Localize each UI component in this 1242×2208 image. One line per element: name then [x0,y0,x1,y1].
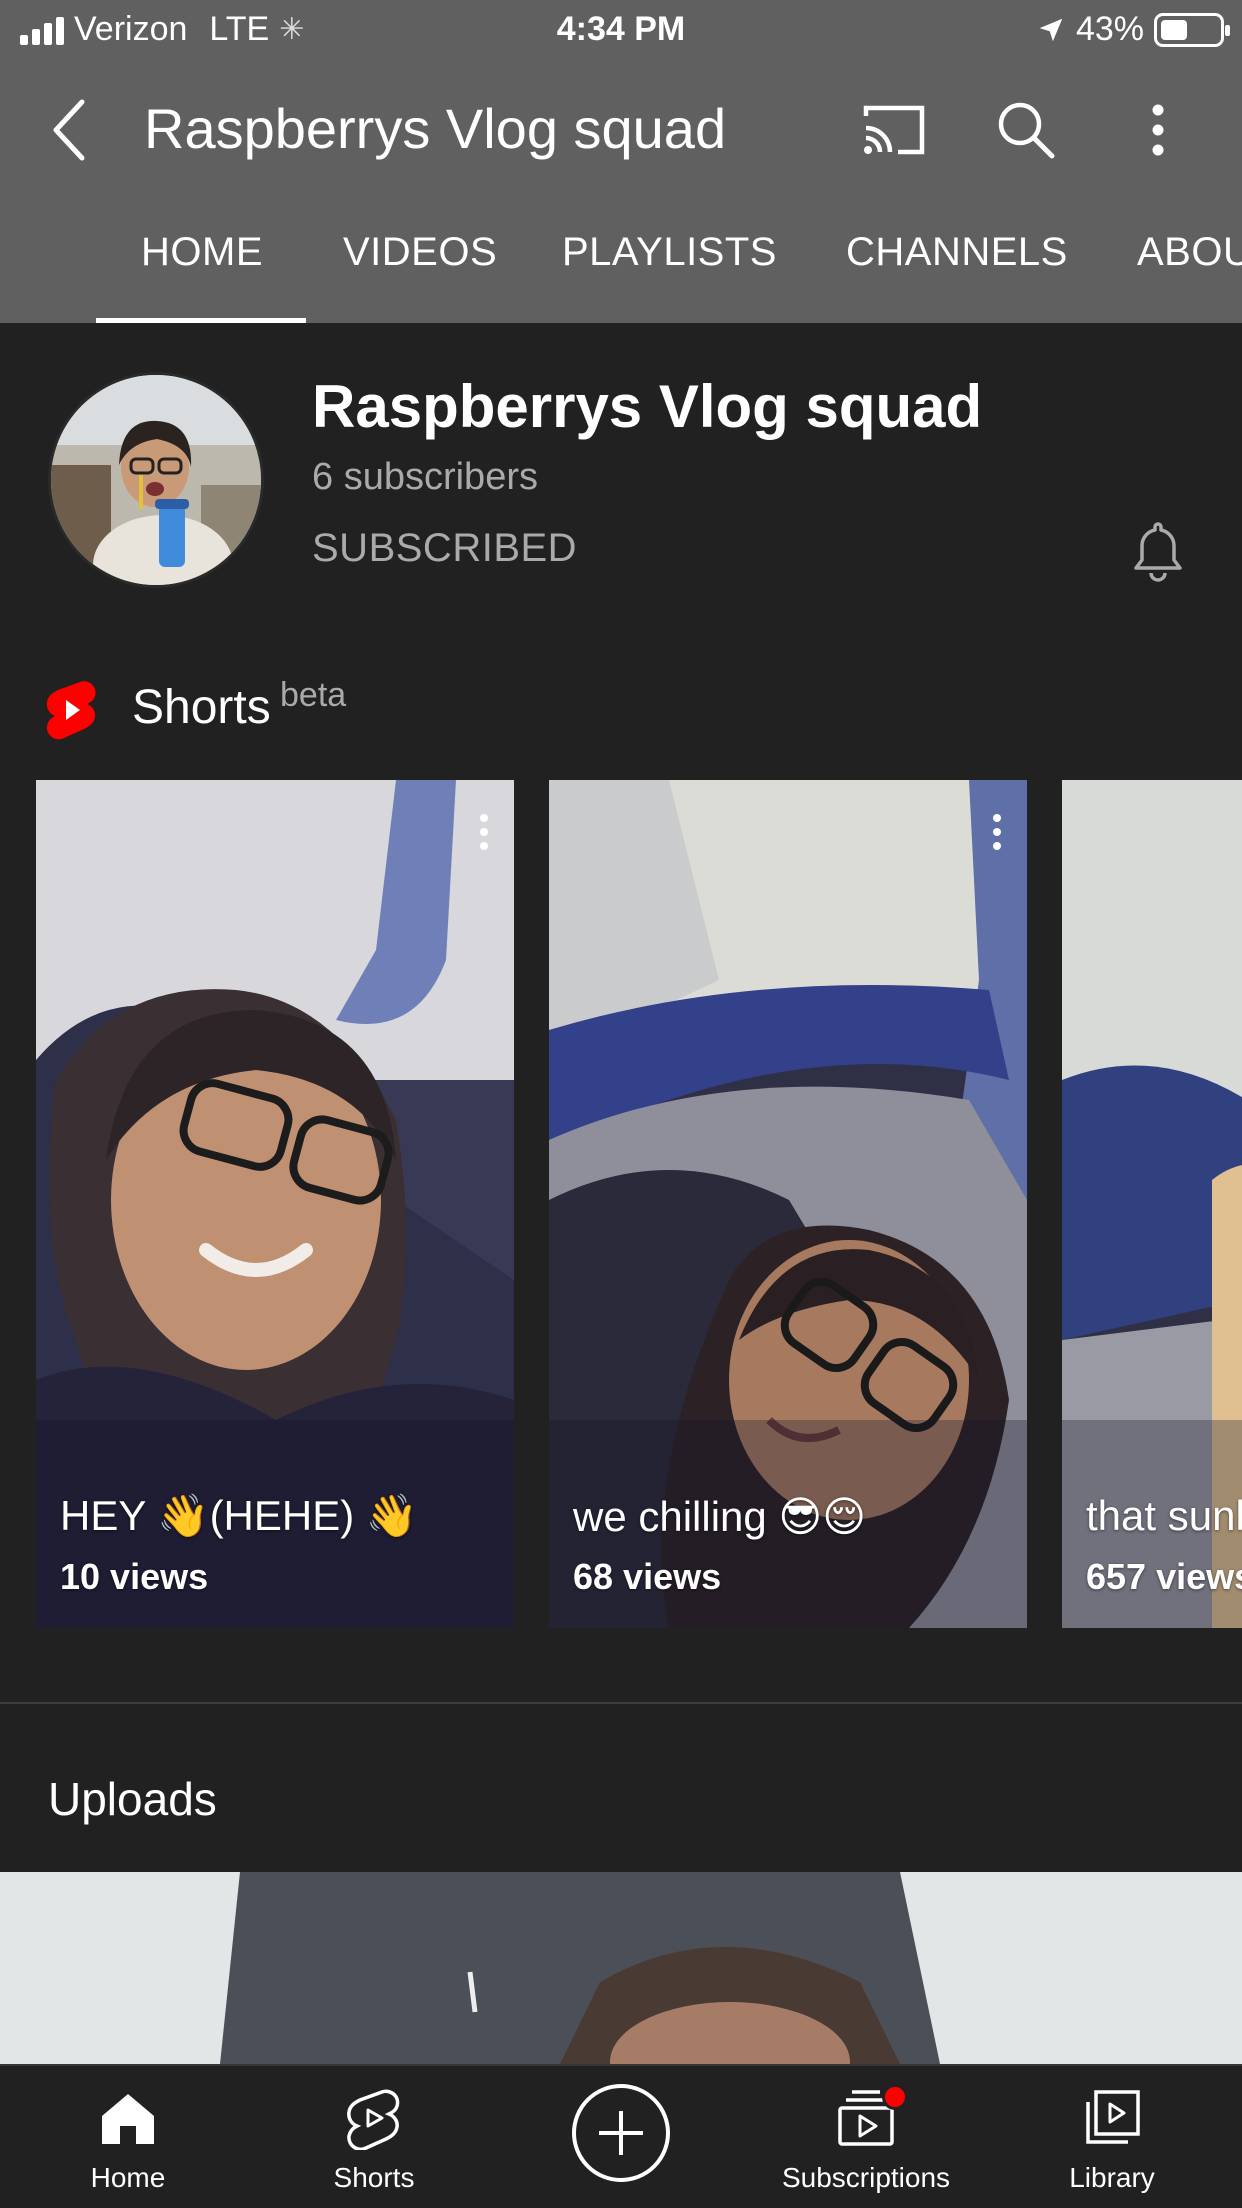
app-bar-title: Raspberrys Vlog squad [144,97,727,160]
nav-shorts[interactable]: Shorts [250,2066,498,2208]
short-views: 657 views [1086,1556,1242,1597]
more-vert-icon[interactable] [1122,94,1194,166]
library-icon [1086,2090,1140,2144]
shorts-shelf-title: Shorts [132,681,271,734]
battery-icon [1154,12,1230,47]
short-views: 10 views [60,1556,209,1597]
tab-playlists[interactable]: PLAYLISTS [562,230,777,275]
back-arrow-icon[interactable] [44,94,104,166]
cast-icon[interactable] [858,94,930,166]
tab-about[interactable]: ABOUT [1137,230,1242,275]
home-icon [102,2094,154,2144]
subscribed-button[interactable]: SUBSCRIBED [312,526,577,571]
status-bar: Verizon LTE ✳ 4:34 PM 43% [0,0,1242,64]
create-plus-icon[interactable] [572,2084,670,2182]
short-card-more-icon[interactable] [987,814,1007,854]
nav-subscriptions-label: Subscriptions [781,2162,951,2193]
battery-percent: 43% [1075,10,1144,48]
location-arrow-icon [1039,18,1063,41]
shorts-beta-badge: beta [280,676,347,714]
short-card[interactable]: we chilling 😎😌 68 views [549,780,1027,1628]
shorts-logo-icon [46,681,96,740]
nav-library[interactable]: Library [988,2066,1236,2208]
short-views: 68 views [573,1556,722,1597]
selected-tab-indicator [96,318,306,323]
nav-home[interactable]: Home [4,2066,252,2208]
nav-subscriptions[interactable]: Subscriptions [742,2066,990,2208]
subscriber-count: 6 subscribers [312,456,538,498]
tab-home[interactable]: HOME [141,230,263,275]
top-bar: Verizon LTE ✳ 4:34 PM 43% Raspberrys Vlo… [0,0,1242,323]
tab-channels[interactable]: CHANNELS [846,230,1068,275]
channel-name: Raspberrys Vlog squad [312,373,983,440]
nav-library-label: Library [1069,2162,1155,2193]
channel-tabs: HOME VIDEOS PLAYLISTS CHANNELS ABOUT [0,200,1242,323]
bell-icon[interactable] [1128,518,1188,584]
search-icon[interactable] [990,94,1062,166]
tab-videos[interactable]: VIDEOS [343,230,497,275]
app-bar: Raspberrys Vlog squad [0,70,1242,190]
short-card-more-icon[interactable] [474,814,494,854]
notification-dot [882,2084,908,2110]
shorts-icon [347,2089,400,2150]
bottom-navigation: Home Shorts Subscriptions Library [0,2064,1242,2208]
short-card[interactable]: HEY 👋(HEHE) 👋 10 views [36,780,514,1628]
short-title: that sunlight [1086,1492,1242,1539]
nav-shorts-label: Shorts [333,2162,415,2193]
uploads-shelf-title: Uploads [48,1773,217,1825]
short-card[interactable]: that sunlight 657 views [1062,780,1242,1628]
nav-home-label: Home [90,2162,166,2193]
short-title: HEY 👋(HEHE) 👋 [60,1492,419,1539]
short-title: we chilling 😎😌 [573,1493,866,1540]
upload-video-thumbnail[interactable] [0,1872,1242,2064]
section-divider [0,1702,1242,1704]
channel-avatar[interactable] [48,372,264,588]
